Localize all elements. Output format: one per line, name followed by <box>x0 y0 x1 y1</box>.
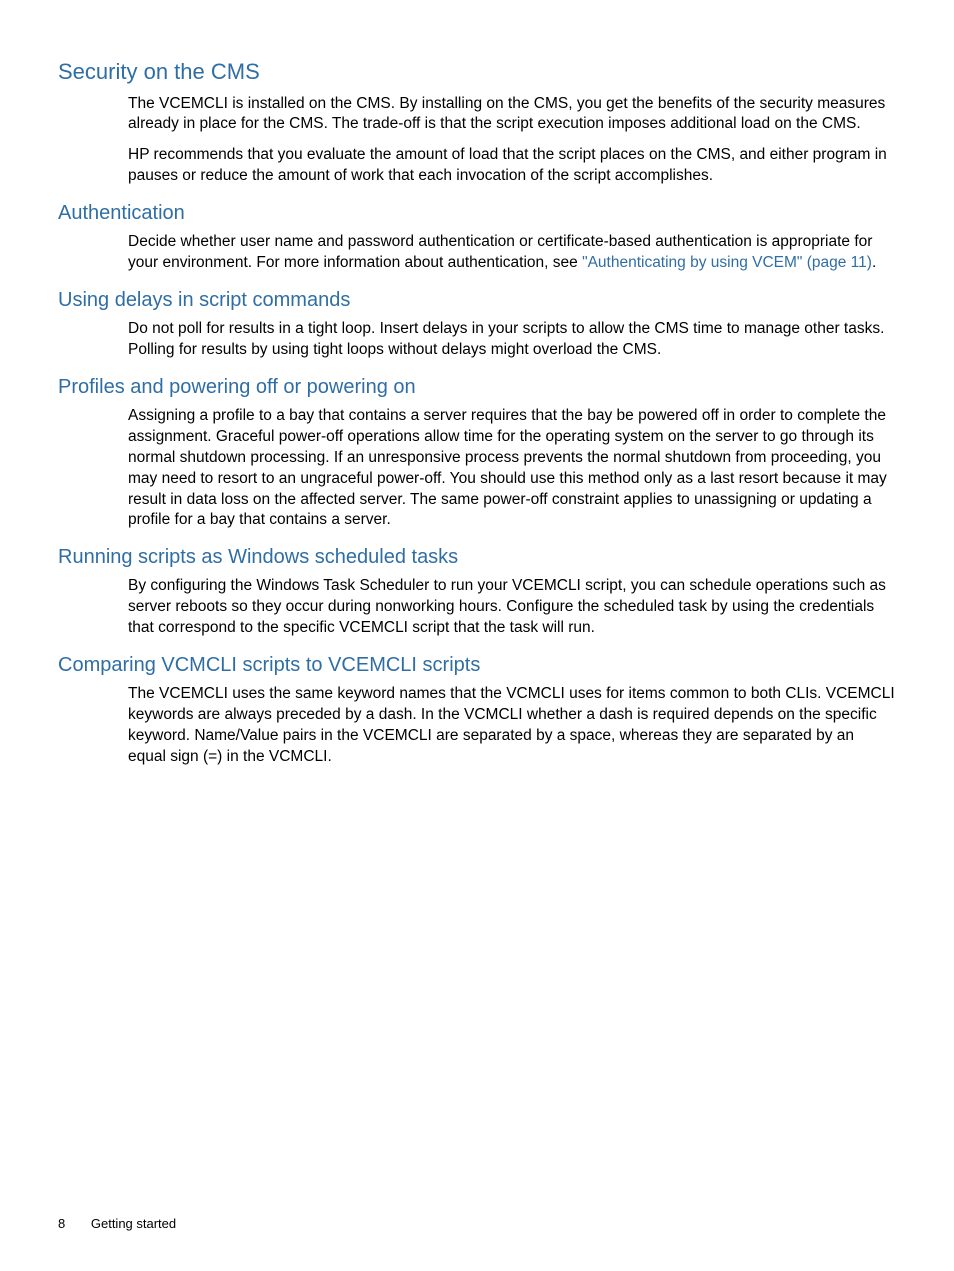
heading-scheduled-tasks: Running scripts as Windows scheduled tas… <box>58 545 896 570</box>
paragraph: HP recommends that you evaluate the amou… <box>128 145 896 187</box>
heading-profiles-powering: Profiles and powering off or powering on <box>58 375 896 400</box>
document-page: Security on the CMS The VCEMCLI is insta… <box>0 0 954 1271</box>
page-footer: 8 Getting started <box>58 1216 176 1231</box>
chapter-label: Getting started <box>91 1216 176 1231</box>
heading-comparing-scripts: Comparing VCMCLI scripts to VCEMCLI scri… <box>58 653 896 678</box>
paragraph: The VCEMCLI uses the same keyword names … <box>128 684 896 768</box>
text-run: . <box>872 254 876 271</box>
paragraph: By configuring the Windows Task Schedule… <box>128 576 896 639</box>
paragraph: Decide whether user name and password au… <box>128 232 896 274</box>
paragraph: Do not poll for results in a tight loop.… <box>128 319 896 361</box>
cross-reference-link[interactable]: "Authenticating by using VCEM" (page 11) <box>582 254 872 271</box>
heading-authentication: Authentication <box>58 201 896 226</box>
paragraph: Assigning a profile to a bay that contai… <box>128 406 896 532</box>
heading-using-delays: Using delays in script commands <box>58 288 896 313</box>
page-number: 8 <box>58 1216 65 1231</box>
paragraph: The VCEMCLI is installed on the CMS. By … <box>128 94 896 136</box>
heading-security-on-cms: Security on the CMS <box>58 58 896 86</box>
